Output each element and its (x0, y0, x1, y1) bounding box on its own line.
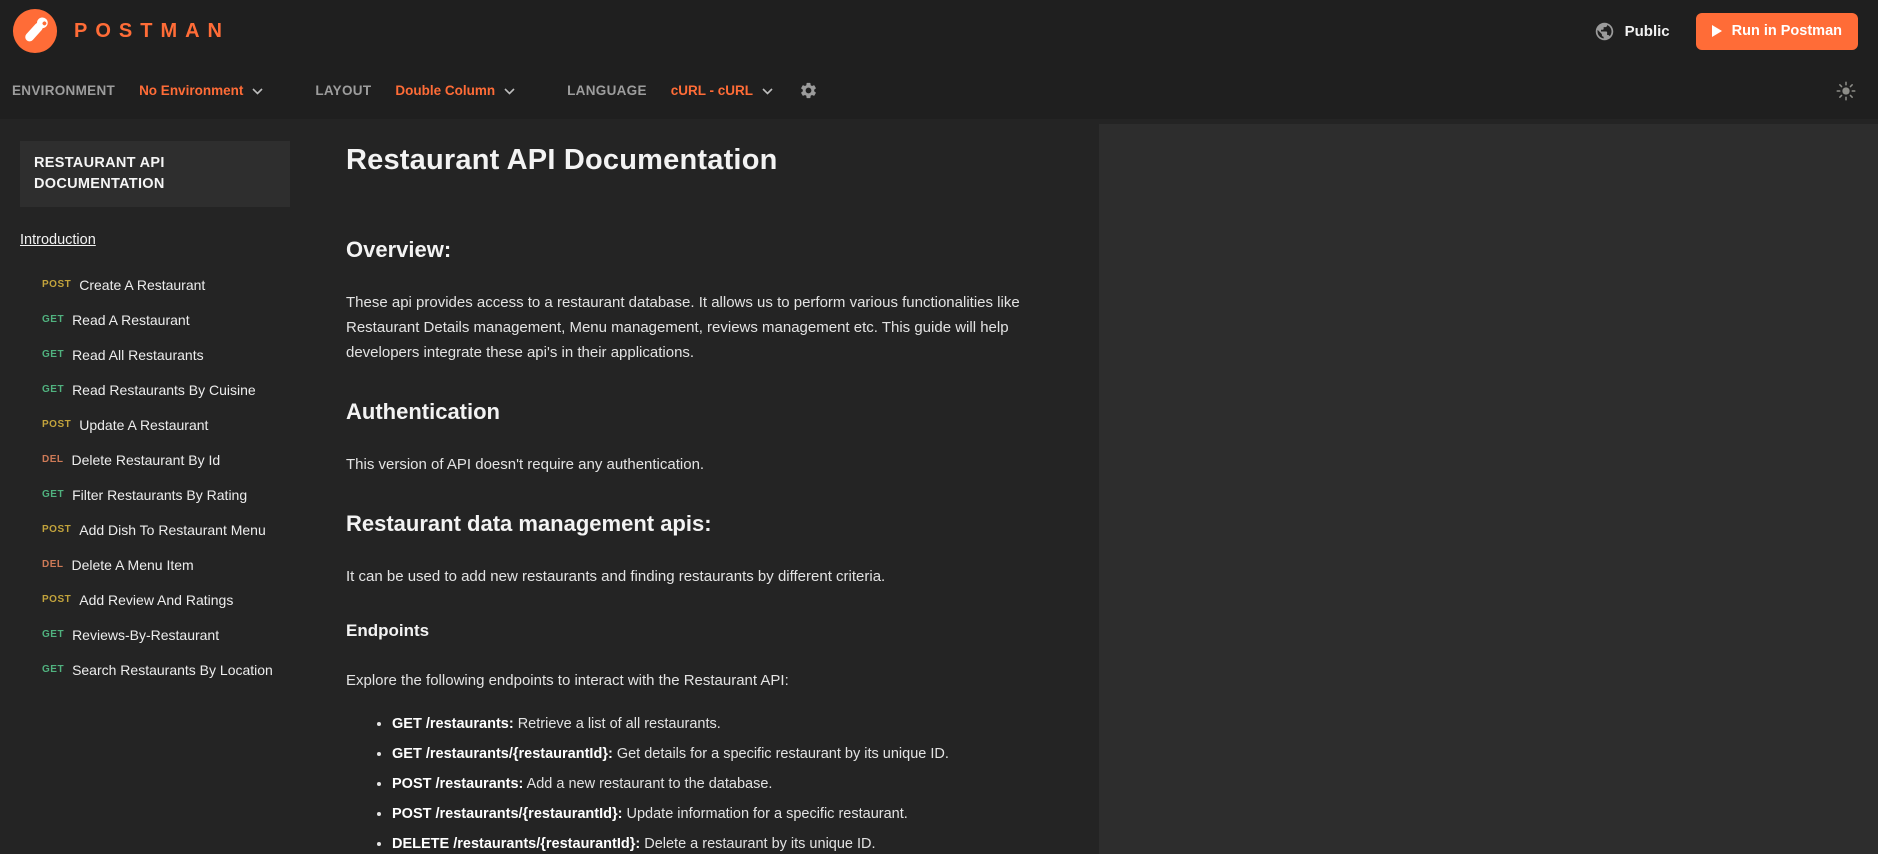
endpoint-description: Update information for a specific restau… (622, 806, 908, 822)
endpoint-list-item: GET /restaurants/{restaurantId}: Get det… (392, 746, 1099, 763)
language-label: LANGUAGE (567, 83, 647, 98)
gear-icon (801, 82, 816, 99)
endpoint-label: Read Restaurants By Cuisine (72, 381, 256, 398)
endpoint-label: Filter Restaurants By Rating (72, 486, 248, 503)
endpoint-label: Read All Restaurants (72, 346, 204, 363)
sun-icon (1836, 81, 1856, 100)
environment-select[interactable]: No Environment (139, 83, 263, 98)
endpoint-label: Reviews-By-Restaurant (72, 626, 220, 643)
endpoints-list: GET /restaurants: Retrieve a list of all… (346, 716, 1099, 853)
run-in-postman-button[interactable]: Run in Postman (1695, 12, 1858, 50)
sidebar-endpoint-list: POST Create A Restaurant GET Read A Rest… (0, 267, 310, 687)
chevron-down-icon (252, 88, 263, 95)
content-row: RESTAURANT API DOCUMENTATION Introductio… (0, 119, 1878, 854)
page-title: Restaurant API Documentation (346, 144, 778, 176)
method-badge: GET (42, 349, 65, 360)
globe-icon (1595, 22, 1613, 40)
endpoint-description: Retrieve a list of all restaurants. (513, 716, 721, 732)
sidebar-endpoint-item[interactable]: GET Reviews-By-Restaurant (0, 617, 310, 652)
method-badge: DEL (42, 454, 64, 465)
layout-value: Double Column (395, 83, 496, 98)
authentication-text: This version of API doesn't require any … (346, 456, 705, 473)
run-in-postman-label: Run in Postman (1731, 23, 1842, 39)
method-badge: POST (42, 279, 72, 290)
endpoint-list-item: POST /restaurants: Add a new restaurant … (392, 776, 1099, 793)
endpoint-method-path: GET /restaurants: (392, 716, 514, 732)
sidebar-endpoint-item[interactable]: GET Filter Restaurants By Rating (0, 477, 310, 512)
method-badge: DEL (42, 559, 64, 570)
endpoint-label: Add Dish To Restaurant Menu (79, 521, 266, 538)
method-badge: GET (42, 489, 65, 500)
endpoint-list-item: DELETE /restaurants/{restaurantId}: Dele… (392, 836, 1099, 853)
header-actions: Public Run in Postman (1594, 12, 1858, 50)
play-icon (1711, 25, 1722, 37)
theme-toggle-button[interactable] (1832, 77, 1860, 105)
postman-logo[interactable]: POSTMAN (12, 8, 230, 54)
endpoint-method-path: POST /restaurants: (392, 776, 524, 792)
overview-text: These api provides access to a restauran… (346, 294, 1020, 361)
sidebar: RESTAURANT API DOCUMENTATION Introductio… (0, 119, 310, 854)
data-management-text: It can be used to add new restaurants an… (346, 568, 886, 585)
language-settings-button[interactable] (795, 77, 822, 104)
sidebar-endpoint-item[interactable]: POST Add Review And Ratings (0, 582, 310, 617)
endpoint-method-path: POST /restaurants/{restaurantId}: (392, 806, 623, 822)
endpoint-list-item: GET /restaurants: Retrieve a list of all… (392, 716, 1099, 733)
chevron-down-icon (762, 88, 773, 95)
sidebar-endpoint-item[interactable]: GET Read A Restaurant (0, 302, 310, 337)
language-select[interactable]: cURL - cURL (671, 83, 773, 98)
visibility-badge: Public (1624, 22, 1670, 40)
code-example-panel (1099, 124, 1878, 854)
endpoint-list-item: POST /restaurants/{restaurantId}: Update… (392, 806, 1099, 823)
chevron-down-icon (504, 88, 515, 95)
postman-wordmark: POSTMAN (74, 19, 230, 42)
overview-heading: Overview: (346, 237, 452, 262)
layout-select[interactable]: Double Column (395, 83, 515, 98)
top-header: POSTMAN Public Run in Postman (0, 0, 1878, 62)
collection-title[interactable]: RESTAURANT API DOCUMENTATION (20, 141, 290, 207)
environment-value: No Environment (139, 83, 244, 98)
postman-logo-icon (12, 8, 58, 54)
method-badge: POST (42, 594, 72, 605)
endpoint-description: Add a new restaurant to the database. (523, 776, 773, 792)
endpoint-description: Delete a restaurant by its unique ID. (640, 836, 876, 852)
doc-main: Restaurant API Documentation Overview: T… (310, 119, 1099, 854)
endpoints-heading: Endpoints (346, 621, 430, 640)
language-value: cURL - cURL (670, 83, 754, 98)
method-badge: GET (42, 314, 65, 325)
sidebar-endpoint-item[interactable]: DEL Delete Restaurant By Id (0, 442, 310, 477)
docs-toolbar: ENVIRONMENT No Environment LAYOUT Double… (0, 62, 1878, 119)
authentication-heading: Authentication (346, 399, 500, 424)
sidebar-endpoint-item[interactable]: GET Search Restaurants By Location (0, 652, 310, 687)
method-badge: GET (42, 664, 65, 675)
method-badge: GET (42, 629, 65, 640)
endpoint-label: Add Review And Ratings (79, 591, 234, 608)
sidebar-endpoint-item[interactable]: GET Read All Restaurants (0, 337, 310, 372)
sidebar-endpoint-item[interactable]: DEL Delete A Menu Item (0, 547, 310, 582)
endpoint-description: Get details for a specific restaurant by… (612, 746, 949, 762)
sidebar-endpoint-item[interactable]: POST Add Dish To Restaurant Menu (0, 512, 310, 547)
method-badge: GET (42, 384, 65, 395)
endpoint-label: Delete A Menu Item (71, 556, 194, 573)
endpoint-label: Search Restaurants By Location (72, 661, 273, 678)
method-badge: POST (42, 524, 72, 535)
endpoint-label: Read A Restaurant (72, 311, 190, 328)
environment-label: ENVIRONMENT (12, 83, 116, 98)
endpoint-label: Create A Restaurant (79, 276, 206, 293)
endpoint-method-path: GET /restaurants/{restaurantId}: (392, 746, 613, 762)
endpoints-intro: Explore the following endpoints to inter… (346, 672, 789, 689)
sidebar-endpoint-item[interactable]: GET Read Restaurants By Cuisine (0, 372, 310, 407)
endpoint-label: Update A Restaurant (79, 416, 209, 433)
method-badge: POST (42, 419, 72, 430)
data-management-heading: Restaurant data management apis: (346, 511, 712, 536)
endpoint-method-path: DELETE /restaurants/{restaurantId}: (392, 836, 641, 852)
sidebar-endpoint-item[interactable]: POST Update A Restaurant (0, 407, 310, 442)
endpoint-label: Delete Restaurant By Id (71, 451, 221, 468)
layout-label: LAYOUT (315, 83, 372, 98)
sidebar-endpoint-item[interactable]: POST Create A Restaurant (0, 267, 310, 302)
sidebar-item-introduction[interactable]: Introduction (20, 232, 96, 248)
